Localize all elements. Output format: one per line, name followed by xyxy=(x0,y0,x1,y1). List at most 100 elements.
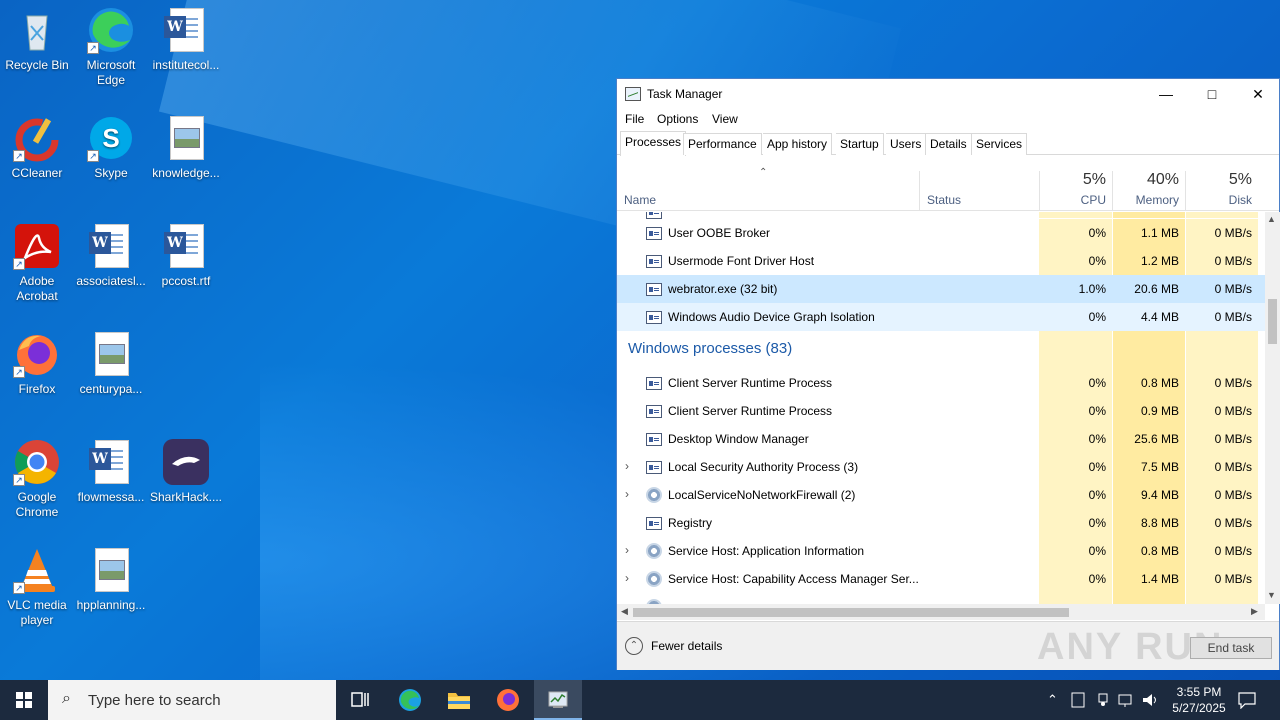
usb-tray-icon[interactable] xyxy=(1096,692,1110,708)
process-row[interactable]: User OOBE Broker 0% 1.1 MB 0 MB/s xyxy=(617,219,1265,247)
column-memory[interactable]: Memory xyxy=(1117,193,1179,207)
memory-value: 0.9 MB xyxy=(1140,404,1179,418)
desktop-icon-label: flowmessa... xyxy=(77,490,145,504)
desktop-icon[interactable]: ↗ Firefox xyxy=(0,330,74,397)
process-name: Service Host: Capability Access Manager … xyxy=(668,572,919,586)
volume-icon[interactable] xyxy=(1141,692,1159,708)
maximize-button[interactable]: □ xyxy=(1189,79,1235,109)
desktop-icon[interactable]: knowledge... xyxy=(149,114,223,181)
expand-chevron-icon[interactable]: › xyxy=(625,571,629,585)
process-row[interactable]: Windows Audio Device Graph Isolation 0% 4.… xyxy=(617,303,1265,331)
desktop-icon[interactable]: centurypa... xyxy=(74,330,148,397)
start-button[interactable] xyxy=(0,680,48,720)
horizontal-scrollbar[interactable]: ◀ ▶ xyxy=(617,604,1265,620)
cpu-value: 0% xyxy=(1088,432,1106,446)
desktop-icon-label: Recycle Bin xyxy=(5,58,69,72)
tab-details[interactable]: Details xyxy=(926,133,972,155)
task-manager-window[interactable]: Task Manager — □ ✕ File Options View Pro… xyxy=(616,78,1280,670)
title-bar[interactable]: Task Manager — □ ✕ xyxy=(617,79,1279,109)
tab-app-history[interactable]: App history xyxy=(763,133,833,155)
group-header-windows-processes[interactable]: Windows processes (83) xyxy=(617,331,1265,369)
column-status[interactable]: Status xyxy=(927,193,961,207)
process-row[interactable]: › Local Security Authority Process (3) 0% 7… xyxy=(617,453,1265,481)
process-name: Usermode Font Driver Host xyxy=(668,254,815,268)
task-view-button[interactable] xyxy=(336,680,384,720)
process-name: Registry xyxy=(668,516,713,530)
expand-chevron-icon[interactable]: › xyxy=(625,543,629,557)
process-row[interactable]: Client Server Runtime Process 0% 0.8 MB 0 M… xyxy=(617,369,1265,397)
column-cpu[interactable]: CPU xyxy=(1047,193,1106,207)
word-doc-icon: W xyxy=(87,222,135,270)
fewer-details-link[interactable]: Fewer details xyxy=(651,639,722,653)
desktop-icon[interactable]: hpplanning... xyxy=(74,546,148,613)
menu-view[interactable]: View xyxy=(712,112,738,126)
scroll-up-icon[interactable]: ▲ xyxy=(1267,214,1276,224)
window-title: Task Manager xyxy=(647,87,723,101)
menu-file[interactable]: File xyxy=(625,112,644,126)
close-button[interactable]: ✕ xyxy=(1235,79,1280,109)
chrome-icon: ↗ xyxy=(13,438,61,486)
minimize-button[interactable]: — xyxy=(1143,79,1189,109)
process-row[interactable]: Desktop Window Manager 0% 25.6 MB 0 MB/s xyxy=(617,425,1265,453)
notification-icon[interactable] xyxy=(1237,691,1257,709)
tab-processes[interactable]: Processes xyxy=(620,131,687,156)
memory-value: 0.8 MB xyxy=(1140,376,1179,390)
scroll-thumb[interactable] xyxy=(1268,299,1277,344)
scroll-left-icon[interactable]: ◀ xyxy=(621,606,628,617)
scroll-thumb-horizontal[interactable] xyxy=(633,608,1069,617)
desktop-icon[interactable]: Wflowmessa... xyxy=(74,438,148,505)
column-name[interactable]: Name xyxy=(624,193,656,207)
chevron-up-tray-icon[interactable]: ⌃ xyxy=(1047,692,1058,708)
notes-tray-icon[interactable] xyxy=(1071,692,1085,708)
expand-chevron-icon[interactable]: › xyxy=(625,487,629,501)
process-row[interactable]: › Service Host: Capability Access Manager… xyxy=(617,565,1265,593)
cpu-value: 0% xyxy=(1088,226,1106,240)
desktop-icon[interactable]: S ↗ Skype xyxy=(74,114,148,181)
taskbar-firefox[interactable] xyxy=(484,680,532,720)
menu-options[interactable]: Options xyxy=(657,112,698,126)
word-doc-icon: W xyxy=(162,6,210,54)
expand-chevron-icon[interactable]: › xyxy=(625,459,629,473)
tab-startup[interactable]: Startup xyxy=(836,133,884,155)
process-window-icon xyxy=(646,311,662,324)
tab-services[interactable]: Services xyxy=(972,133,1028,155)
process-list[interactable]: User OOBE Broker 0% 1.1 MB 0 MB/s Usermode F… xyxy=(617,212,1265,604)
desktop-icon-label: Firefox xyxy=(18,382,56,396)
scroll-down-icon[interactable]: ▼ xyxy=(1267,590,1276,600)
network-icon[interactable] xyxy=(1118,692,1136,708)
taskbar-clock[interactable]: 3:55 PM 5/27/2025 xyxy=(1160,684,1238,716)
column-header: ⌃ Name Status 5% CPU 40% Memory 5% Disk xyxy=(617,167,1279,211)
disk-value: 0 MB/s xyxy=(1214,282,1252,296)
end-task-button[interactable]: End task xyxy=(1190,637,1272,659)
process-row[interactable]: webrator.exe (32 bit) 1.0% 20.6 MB 0 MB/s xyxy=(617,275,1265,303)
desktop-icon[interactable]: ↗ Google Chrome xyxy=(0,438,74,520)
process-window-icon xyxy=(646,517,662,530)
process-row[interactable]: Client Server Runtime Process 0% 0.9 MB 0 M… xyxy=(617,397,1265,425)
desktop-icon[interactable]: ↗ VLC media player xyxy=(0,546,74,628)
memory-value: 1.1 MB xyxy=(1140,226,1179,240)
scroll-right-icon[interactable]: ▶ xyxy=(1251,606,1258,617)
desktop-icon[interactable]: ↗ Microsoft Edge xyxy=(74,6,148,88)
desktop-icon[interactable]: ↗ Adobe Acrobat xyxy=(0,222,74,304)
process-row[interactable]: › LocalServiceNoNetworkFirewall (2) 0% 9.4 … xyxy=(617,481,1265,509)
tab-performance[interactable]: Performance xyxy=(683,133,762,155)
column-divider xyxy=(919,171,920,211)
process-name: webrator.exe (32 bit) xyxy=(668,282,778,296)
tab-users[interactable]: Users xyxy=(886,133,927,155)
taskbar-file-explorer[interactable] xyxy=(435,680,483,720)
vertical-scrollbar[interactable]: ▲ ▼ xyxy=(1265,212,1280,604)
desktop-icon[interactable]: Wassociatesl... xyxy=(74,222,148,289)
taskbar-task-manager[interactable] xyxy=(534,680,582,720)
chevron-up-icon[interactable]: ⌃ xyxy=(625,637,643,655)
desktop-icon[interactable]: Recycle Bin xyxy=(0,6,74,73)
desktop-icon[interactable]: SharkHack.... xyxy=(149,438,223,505)
taskbar-edge[interactable] xyxy=(386,680,434,720)
desktop-icon[interactable]: Winstitutecol... xyxy=(149,6,223,73)
column-disk[interactable]: Disk xyxy=(1189,193,1252,207)
desktop-icon[interactable]: ↗ CCleaner xyxy=(0,114,74,181)
process-row[interactable]: Registry 0% 8.8 MB 0 MB/s xyxy=(617,509,1265,537)
process-row[interactable]: › Service Host: Application Information 0%… xyxy=(617,537,1265,565)
process-row[interactable]: Usermode Font Driver Host 0% 1.2 MB 0 MB/s xyxy=(617,247,1265,275)
taskbar-search[interactable]: ⌕ Type here to search xyxy=(48,680,336,720)
desktop-icon[interactable]: Wpccost.rtf xyxy=(149,222,223,289)
